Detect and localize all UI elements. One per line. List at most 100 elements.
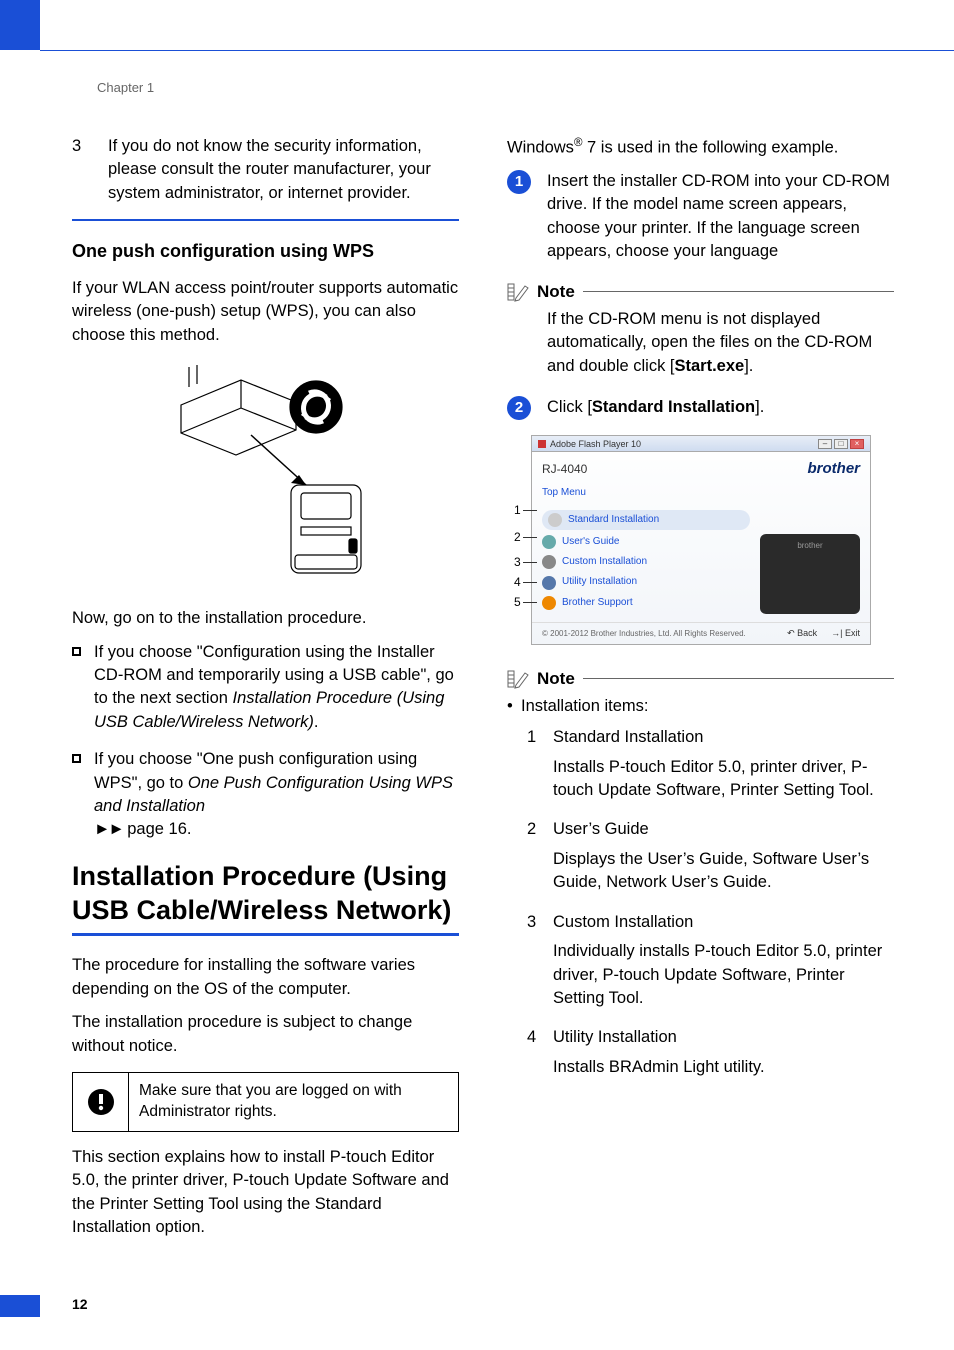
- note-pencil-icon: [507, 282, 529, 302]
- menu-item-custom[interactable]: Custom Installation: [542, 552, 750, 572]
- note-rule: [583, 291, 894, 292]
- item-desc: Installs BRAdmin Light utility.: [553, 1056, 894, 1079]
- menu-label: Brother Support: [562, 596, 633, 610]
- callout-4: 4: [514, 576, 521, 588]
- installer-menu: Standard Installation User's Guide Custo…: [542, 508, 750, 614]
- callout-labels: 1 2 3 4 5: [514, 498, 537, 612]
- item-desc: Individually installs P-touch Editor 5.0…: [553, 940, 894, 1010]
- wps-heading: One push configuration using WPS: [72, 239, 459, 265]
- installer-body: Standard Installation User's Guide Custo…: [532, 504, 870, 622]
- bullet-item-2: If you choose "One push configuration us…: [72, 748, 459, 842]
- step-text-end: ].: [755, 398, 764, 416]
- item-number: 3: [527, 911, 536, 934]
- support-icon: [542, 596, 556, 610]
- installer-titlebar: Adobe Flash Player 10 –□×: [532, 436, 870, 452]
- warning-text: Make sure that you are logged on with Ad…: [129, 1073, 458, 1131]
- square-bullet-icon: [72, 754, 81, 763]
- heading-line-2: USB Cable/Wireless Network): [72, 895, 451, 925]
- note-rule: [583, 678, 894, 679]
- right-column: Windows® 7 is used in the following exam…: [507, 135, 894, 1280]
- note-heading: Note: [507, 667, 894, 691]
- menu-label: Standard Installation: [568, 513, 659, 527]
- callout-2: 2: [514, 531, 521, 543]
- installer-brand: brother: [808, 458, 861, 479]
- item-desc: Displays the User’s Guide, Software User…: [553, 848, 894, 895]
- bullet-text-end: page 16.: [123, 820, 192, 838]
- bottom-accent: [0, 1295, 40, 1317]
- menu-label: Custom Installation: [562, 555, 647, 569]
- exit-button[interactable]: →| Exit: [831, 627, 860, 640]
- note-label: Note: [537, 667, 575, 691]
- back-button[interactable]: ↶ Back: [787, 627, 817, 640]
- menu-item-guide[interactable]: User's Guide: [542, 532, 750, 552]
- note-pencil-icon: [507, 669, 529, 689]
- item-title: Custom Installation: [553, 911, 894, 934]
- minimize-icon[interactable]: –: [818, 439, 832, 449]
- menu-item-support[interactable]: Brother Support: [542, 593, 750, 613]
- wps-paragraph: If your WLAN access point/router support…: [72, 277, 459, 347]
- page-ref-arrows: ►►: [94, 820, 123, 838]
- install-item-2: 2 User’s Guide Displays the User’s Guide…: [507, 818, 894, 894]
- item-desc: Installs P-touch Editor 5.0, printer dri…: [553, 756, 894, 803]
- page-number: 12: [72, 1296, 88, 1312]
- exclamation-icon: [87, 1088, 115, 1116]
- installer-topmenu: Top Menu: [532, 486, 870, 504]
- windows-note: Windows® 7 is used in the following exam…: [507, 135, 894, 160]
- callout-1: 1: [514, 504, 521, 516]
- maximize-icon[interactable]: □: [834, 439, 848, 449]
- installer-model: RJ-4040: [542, 461, 587, 478]
- note-body-1: If the CD-ROM menu is not displayed auto…: [507, 308, 894, 378]
- app-icon: [538, 440, 546, 448]
- top-rule: [40, 50, 954, 51]
- step-2: 2 Click [Standard Installation].: [507, 396, 894, 419]
- install-item-1: 1 Standard Installation Installs P-touch…: [507, 726, 894, 802]
- side-accent: [0, 0, 40, 50]
- bullet-item-1: If you choose "Configuration using the I…: [72, 641, 459, 735]
- close-icon[interactable]: ×: [850, 439, 864, 449]
- page: Chapter 1 12 3 If you do not know the se…: [0, 0, 954, 1350]
- product-image: [760, 534, 860, 614]
- section-para-2: The installation procedure is subject to…: [72, 1011, 459, 1058]
- note-bold: Start.exe: [675, 357, 745, 375]
- installer-copyright: © 2001-2012 Brother Industries, Ltd. All…: [542, 628, 746, 639]
- continued-list-item: 3 If you do not know the security inform…: [72, 135, 459, 205]
- section-heading: Installation Procedure (Using USB Cable/…: [72, 860, 459, 928]
- gear-icon: [548, 513, 562, 527]
- note-bullet: Installation items:: [507, 695, 894, 718]
- after-figure-text: Now, go on to the installation procedure…: [72, 607, 459, 630]
- callout-3: 3: [514, 556, 521, 568]
- step-number-badge: 1: [507, 170, 531, 194]
- wrench-icon: [542, 555, 556, 569]
- chapter-label: Chapter 1: [97, 80, 154, 95]
- menu-label: Utility Installation: [562, 575, 637, 589]
- tool-icon: [542, 576, 556, 590]
- note-label: Note: [537, 280, 575, 304]
- menu-label: User's Guide: [562, 535, 620, 549]
- section-para-3: This section explains how to install P-t…: [72, 1146, 459, 1240]
- item-title: Standard Installation: [553, 726, 894, 749]
- wps-illustration: [141, 365, 391, 585]
- note-2: Note Installation items: 1 Standard Inst…: [507, 667, 894, 1080]
- heading-line-1: Installation Procedure (Using: [72, 861, 447, 891]
- note-heading: Note: [507, 280, 894, 304]
- admin-warning: Make sure that you are logged on with Ad…: [72, 1072, 459, 1132]
- step-bold: Standard Installation: [592, 398, 755, 416]
- list-number: 3: [72, 135, 81, 158]
- menu-item-utility[interactable]: Utility Installation: [542, 572, 750, 592]
- item-number: 2: [527, 818, 536, 841]
- note-text-end: ].: [744, 357, 753, 375]
- menu-item-standard[interactable]: Standard Installation: [542, 510, 750, 530]
- install-item-3: 3 Custom Installation Individually insta…: [507, 911, 894, 1011]
- item-number: 1: [527, 726, 536, 749]
- warning-icon-cell: [73, 1073, 129, 1131]
- step-number-badge: 2: [507, 396, 531, 420]
- square-bullet-icon: [72, 647, 81, 656]
- divider: [72, 219, 459, 221]
- item-number: 4: [527, 1026, 536, 1049]
- window-buttons: –□×: [818, 439, 864, 449]
- item-title: Utility Installation: [553, 1026, 894, 1049]
- installer-screenshot: 1 2 3 4 5 Adobe Flash Player 10 –□× RJ-4…: [531, 435, 871, 644]
- list-item-text: If you do not know the security informat…: [108, 135, 459, 205]
- installer-footer: © 2001-2012 Brother Industries, Ltd. All…: [532, 622, 870, 644]
- step-1: 1 Insert the installer CD-ROM into your …: [507, 170, 894, 264]
